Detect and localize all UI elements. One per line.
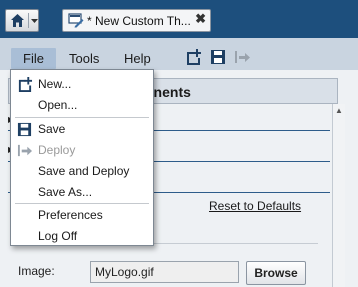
save-icon bbox=[17, 122, 32, 140]
menu-bar: File Tools Help bbox=[0, 38, 358, 70]
tab-new-custom-theme[interactable]: * New Custom Th... ✖ bbox=[62, 9, 211, 32]
menu-item-label: Log Off bbox=[38, 229, 78, 243]
home-button[interactable] bbox=[5, 9, 39, 32]
deploy-icon bbox=[17, 143, 33, 161]
menu-help[interactable]: Help bbox=[124, 51, 151, 66]
top-bar: * New Custom Th... ✖ bbox=[0, 0, 358, 38]
reset-to-defaults-link[interactable]: Reset to Defaults bbox=[209, 199, 301, 213]
menu-item-label: Save and Deploy bbox=[38, 164, 130, 178]
tab-title: * New Custom Th... bbox=[87, 14, 191, 28]
browse-button[interactable]: Browse bbox=[246, 261, 306, 285]
menu-item-deploy: Deploy bbox=[11, 140, 153, 161]
menu-separator bbox=[15, 203, 149, 204]
file-menu-dropdown: New... Open... Save Deploy Save and Depl… bbox=[10, 69, 154, 246]
menu-file[interactable]: File bbox=[11, 48, 56, 69]
close-icon[interactable]: ✖ bbox=[195, 11, 206, 27]
document-edit-icon bbox=[68, 13, 84, 31]
home-button-divider bbox=[28, 13, 29, 28]
scroll-up-arrow-icon[interactable]: ▲ bbox=[335, 106, 343, 115]
menu-item-label: Save As... bbox=[38, 185, 93, 199]
menu-item-save-as[interactable]: Save As... bbox=[11, 182, 153, 203]
menu-item-preferences[interactable]: Preferences bbox=[11, 205, 153, 226]
image-label: Image: bbox=[18, 264, 55, 278]
menu-item-label: Deploy bbox=[38, 143, 76, 157]
new-icon[interactable] bbox=[185, 49, 202, 68]
deploy-icon bbox=[234, 49, 251, 68]
menu-item-label: New... bbox=[38, 77, 72, 91]
save-icon[interactable] bbox=[210, 49, 226, 68]
menu-separator bbox=[15, 117, 149, 118]
image-field[interactable]: MyLogo.gif bbox=[90, 261, 239, 283]
menu-item-new[interactable]: New... bbox=[11, 74, 153, 95]
menu-item-label: Preferences bbox=[38, 208, 103, 222]
menu-item-label: Save bbox=[38, 122, 66, 136]
menu-item-save-and-deploy[interactable]: Save and Deploy bbox=[11, 161, 153, 182]
menu-item-label: Open... bbox=[38, 98, 78, 112]
new-icon bbox=[17, 77, 33, 95]
menu-item-save[interactable]: Save bbox=[11, 119, 153, 140]
home-icon bbox=[10, 13, 25, 31]
menu-tools[interactable]: Tools bbox=[69, 51, 99, 66]
vertical-scrollbar[interactable]: ▲ bbox=[332, 104, 345, 287]
menu-item-log-off[interactable]: Log Off bbox=[11, 226, 153, 247]
menu-item-open[interactable]: Open... bbox=[11, 95, 153, 116]
chevron-down-icon[interactable] bbox=[30, 13, 39, 28]
